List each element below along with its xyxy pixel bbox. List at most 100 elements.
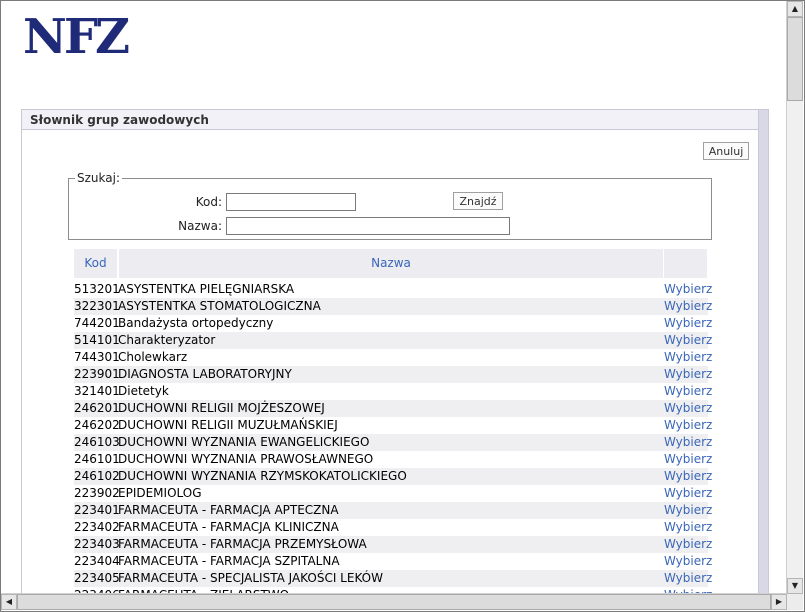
row-code: 246102 (74, 469, 120, 483)
select-link[interactable]: Wybierz (664, 553, 712, 570)
arrow-left-icon[interactable]: ◀ (1, 594, 17, 610)
code-label: Kod: (195, 195, 222, 209)
search-fieldset: Szukaj: Kod: Znajdź Nazwa: (68, 171, 712, 240)
column-header-name[interactable]: Nazwa (119, 249, 663, 278)
code-input[interactable] (226, 193, 356, 211)
row-code: 223401 (74, 503, 120, 517)
row-code: 246103 (74, 435, 120, 449)
row-code: 322301 (74, 299, 120, 313)
dictionary-panel: Słownik grup zawodowych Anuluj Szukaj: K… (21, 109, 769, 594)
row-code: 246101 (74, 452, 120, 466)
row-code: 223901 (74, 367, 120, 381)
vertical-scrollbar[interactable]: ▲ ▼ (786, 1, 803, 594)
horizontal-scrollbar[interactable]: ◀ ▶ (1, 593, 787, 610)
row-name: FARMACEUTA - FARMACJA KLINICZNA (118, 520, 339, 534)
row-name: DUCHOWNI WYZNANIA PRAWOSŁAWNEGO (118, 452, 374, 466)
row-name: Bandażysta ortopedyczny (118, 316, 274, 330)
row-name: DUCHOWNI WYZNANIA RZYMSKOKATOLICKIEGO (118, 469, 407, 483)
row-name: Cholewkarz (118, 350, 188, 364)
panel-side-strip (758, 110, 768, 594)
select-link[interactable]: Wybierz (664, 570, 712, 587)
row-name: Dietetyk (118, 384, 169, 398)
row-name: DIAGNOSTA LABORATORYJNY (118, 367, 292, 381)
name-label: Nazwa: (178, 219, 222, 233)
select-link[interactable]: Wybierz (664, 434, 712, 451)
arrow-up-icon[interactable]: ▲ (787, 1, 803, 17)
table-row: 223405 FARMACEUTA - SPECJALISTA JAKOŚCI L… (74, 570, 712, 587)
cancel-button[interactable]: Anuluj (703, 142, 749, 160)
row-code: 246202 (74, 418, 120, 432)
table-row: 321401 Dietetyk Wybierz (74, 383, 712, 400)
row-code: 223402 (74, 520, 120, 534)
row-name: DUCHOWNI WYZNANIA EWANGELICKIEGO (118, 435, 370, 449)
table-row: 246101 DUCHOWNI WYZNANIA PRAWOSŁAWNEGO Wyb… (74, 451, 712, 468)
select-link[interactable]: Wybierz (664, 298, 712, 315)
table-row: 513201 ASYSTENTKA PIELĘGNIARSKA Wybierz (74, 281, 712, 298)
row-code: 223404 (74, 554, 120, 568)
table-row: 744301 Cholewkarz Wybierz (74, 349, 712, 366)
select-link[interactable]: Wybierz (664, 400, 712, 417)
row-name: FARMACEUTA - FARMACJA SZPITALNA (118, 554, 340, 568)
scrollbar-corner (787, 594, 803, 610)
row-code: 321401 (74, 384, 120, 398)
table-row: 744201 Bandażysta ortopedyczny Wybierz (74, 315, 712, 332)
row-name: ASYSTENTKA STOMATOLOGICZNA (118, 299, 321, 313)
row-name: ASYSTENTKA PIELĘGNIARSKA (118, 282, 295, 296)
row-code: 744301 (74, 350, 120, 364)
select-link[interactable]: Wybierz (664, 451, 712, 468)
name-input[interactable] (226, 217, 510, 235)
row-name: Charakteryzator (118, 333, 216, 347)
table-row: 223902 EPIDEMIOLOG Wybierz (74, 485, 712, 502)
row-name: FARMACEUTA - FARMACJA APTECZNA (118, 503, 339, 517)
nfz-logo: NFZ (23, 9, 130, 65)
row-name: FARMACEUTA - FARMACJA PRZEMYSŁOWA (118, 537, 367, 551)
table-row: 246202 DUCHOWNI RELIGII MUZUŁMAŃSKIEJ Wybi… (74, 417, 712, 434)
column-header-code-label: Kod (84, 256, 107, 270)
row-code: 744201 (74, 316, 120, 330)
table-row: 223901 DIAGNOSTA LABORATORYJNY Wybierz (74, 366, 712, 383)
select-link[interactable]: Wybierz (664, 281, 712, 298)
search-legend: Szukaj: (75, 171, 122, 185)
table-row: 223404 FARMACEUTA - FARMACJA SZPITALNA Wyb… (74, 553, 712, 570)
table-row: 322301 ASYSTENTKA STOMATOLOGICZNA Wybierz (74, 298, 712, 315)
arrow-right-icon[interactable]: ▶ (771, 594, 787, 610)
row-code: 223403 (74, 537, 120, 551)
select-link[interactable]: Wybierz (664, 502, 712, 519)
select-link[interactable]: Wybierz (664, 468, 712, 485)
table-row: 246201 DUCHOWNI RELIGII MOJŻESZOWEJ Wybier… (74, 400, 712, 417)
vertical-scroll-thumb[interactable] (787, 17, 803, 101)
column-header-code[interactable]: Kod (74, 249, 117, 278)
row-code: 246201 (74, 401, 120, 415)
table-row: 223402 FARMACEUTA - FARMACJA KLINICZNA Wyb… (74, 519, 712, 536)
row-code: 513201 (74, 282, 120, 296)
select-link[interactable]: Wybierz (664, 315, 712, 332)
select-link[interactable]: Wybierz (664, 349, 712, 366)
select-link[interactable]: Wybierz (664, 366, 712, 383)
select-link[interactable]: Wybierz (664, 332, 712, 349)
row-code: 514101 (74, 333, 120, 347)
select-link[interactable]: Wybierz (664, 519, 712, 536)
select-link[interactable]: Wybierz (664, 417, 712, 434)
horizontal-scroll-thumb[interactable] (17, 594, 771, 610)
arrow-down-icon[interactable]: ▼ (787, 578, 803, 594)
column-header-name-label: Nazwa (371, 256, 411, 270)
table-row: 246102 DUCHOWNI WYZNANIA RZYMSKOKATOLICKI… (74, 468, 712, 485)
table-row: 223401 FARMACEUTA - FARMACJA APTECZNA Wybi… (74, 502, 712, 519)
row-code: 223902 (74, 486, 120, 500)
browser-window: NFZ Słownik grup zawodowych Anuluj Szuka… (0, 0, 805, 612)
table-row: 246103 DUCHOWNI WYZNANIA EWANGELICKIEGO Wy… (74, 434, 712, 451)
row-name: FARMACEUTA - SPECJALISTA JAKOŚCI LEKÓW (118, 571, 383, 585)
panel-title: Słownik grup zawodowych (22, 110, 768, 130)
row-name: EPIDEMIOLOG (118, 486, 202, 500)
row-name: DUCHOWNI RELIGII MUZUŁMAŃSKIEJ (118, 418, 338, 432)
select-link[interactable]: Wybierz (664, 485, 712, 502)
row-code: 223405 (74, 571, 120, 585)
row-name: DUCHOWNI RELIGII MOJŻESZOWEJ (118, 401, 325, 415)
column-header-action (664, 249, 707, 278)
select-link[interactable]: Wybierz (664, 536, 712, 553)
page-content: NFZ Słownik grup zawodowych Anuluj Szuka… (1, 1, 787, 594)
find-button[interactable]: Znajdź (453, 192, 503, 210)
select-link[interactable]: Wybierz (664, 383, 712, 400)
table-row: 514101 Charakteryzator Wybierz (74, 332, 712, 349)
table-row: 223403 FARMACEUTA - FARMACJA PRZEMYSŁOWA W… (74, 536, 712, 553)
